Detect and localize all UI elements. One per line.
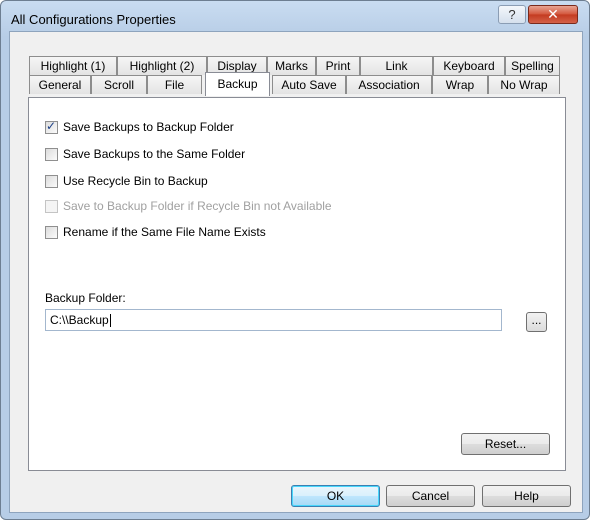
properties-dialog: All Configurations Properties ? ✕ Highli…: [0, 0, 590, 520]
backup-folder-value: C:\\Backup: [50, 313, 109, 327]
tab-spelling[interactable]: Spelling: [505, 56, 560, 75]
ok-button[interactable]: OK: [291, 485, 380, 507]
tab-highlight-1[interactable]: Highlight (1): [29, 56, 117, 75]
tab-file[interactable]: File: [147, 75, 202, 94]
option-label: Use Recycle Bin to Backup: [63, 174, 208, 188]
option-label: Save Backups to the Same Folder: [63, 147, 246, 161]
close-icon[interactable]: ✕: [528, 5, 578, 24]
option-save-to-backup-folder-if-no-recycle-bin: Save to Backup Folder if Recycle Bin not…: [45, 198, 332, 214]
checkbox-icon: [45, 199, 58, 213]
backup-tab-panel: Save Backups to Backup Folder Save Backu…: [28, 97, 566, 471]
option-label: Rename if the Same File Name Exists: [63, 225, 266, 239]
option-save-backups-to-same-folder[interactable]: Save Backups to the Same Folder: [45, 146, 245, 162]
checkbox-icon[interactable]: [45, 147, 58, 161]
tab-highlight-2[interactable]: Highlight (2): [117, 56, 207, 75]
tab-wrap[interactable]: Wrap: [432, 75, 488, 94]
tab-link[interactable]: Link: [360, 56, 433, 75]
tab-scroll[interactable]: Scroll: [91, 75, 147, 94]
browse-folder-button[interactable]: ...: [526, 312, 547, 332]
reset-button[interactable]: Reset...: [461, 433, 550, 455]
text-caret: [109, 314, 111, 328]
help-button[interactable]: Help: [482, 485, 571, 507]
tab-print[interactable]: Print: [316, 56, 360, 75]
option-label: Save to Backup Folder if Recycle Bin not…: [63, 199, 332, 213]
option-use-recycle-bin[interactable]: Use Recycle Bin to Backup: [45, 173, 208, 189]
checkbox-icon[interactable]: [45, 225, 58, 239]
help-icon[interactable]: ?: [498, 5, 526, 24]
window-title: All Configurations Properties: [11, 12, 176, 27]
option-rename-if-same-name-exists[interactable]: Rename if the Same File Name Exists: [45, 224, 266, 240]
tab-no-wrap[interactable]: No Wrap: [488, 75, 560, 94]
checkbox-icon[interactable]: [45, 119, 58, 134]
tab-auto-save[interactable]: Auto Save: [272, 75, 346, 94]
tab-backup[interactable]: Backup: [205, 72, 270, 96]
backup-folder-label: Backup Folder:: [45, 291, 126, 305]
option-save-backups-to-backup-folder[interactable]: Save Backups to Backup Folder: [45, 119, 234, 135]
backup-folder-input[interactable]: C:\\Backup: [45, 309, 502, 331]
option-label: Save Backups to Backup Folder: [63, 120, 234, 134]
checkbox-icon[interactable]: [45, 174, 58, 188]
tab-marks[interactable]: Marks: [267, 56, 316, 75]
tab-general[interactable]: General: [29, 75, 91, 94]
cancel-button[interactable]: Cancel: [386, 485, 475, 507]
tab-association[interactable]: Association: [346, 75, 432, 94]
tab-keyboard[interactable]: Keyboard: [433, 56, 505, 75]
